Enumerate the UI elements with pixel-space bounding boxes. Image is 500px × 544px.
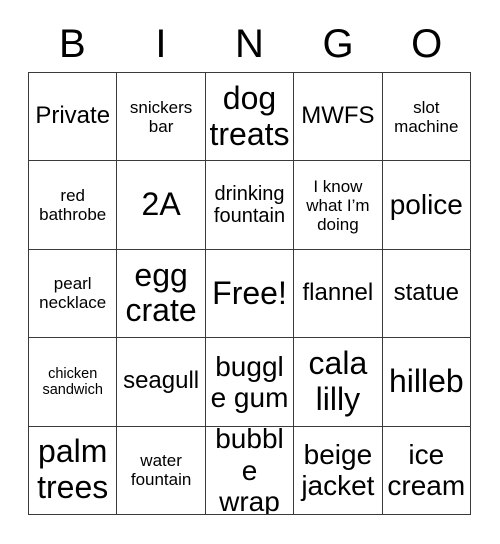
bingo-cell-label: bubble wrap xyxy=(215,426,284,515)
bingo-cell-label: 2A xyxy=(141,186,181,223)
bingo-cell-label: chicken sandwich xyxy=(42,365,103,398)
bingo-cell-label: dog treats xyxy=(209,79,290,152)
bingo-cell[interactable]: I know what I’m doing xyxy=(294,161,383,250)
bingo-cell[interactable]: red bathrobe xyxy=(29,161,118,250)
bingo-cell-label: snickers bar xyxy=(129,97,193,136)
bingo-grid: Private snickers bar dog treats MWFS slo… xyxy=(28,72,471,515)
bingo-cell[interactable]: ice cream xyxy=(382,426,471,515)
bingo-cell-label: Free! xyxy=(212,274,287,311)
header-letter-n: N xyxy=(235,22,264,66)
header-letter-b: B xyxy=(58,22,86,66)
bingo-cell-label: buggle gum xyxy=(210,350,289,413)
bingo-cell[interactable]: 2A xyxy=(117,161,206,250)
bingo-cell[interactable]: hilleb xyxy=(382,338,471,427)
bingo-cell[interactable]: chicken sandwich xyxy=(29,338,118,427)
bingo-cell[interactable]: palm trees xyxy=(29,426,118,515)
bingo-cell-label: MWFS xyxy=(301,102,375,130)
bingo-cell[interactable]: flannel xyxy=(294,249,383,339)
bingo-cell[interactable]: bubble wrap xyxy=(205,426,295,515)
bingo-cell-label: pearl necklace xyxy=(39,274,107,313)
bingo-cell-label: egg crate xyxy=(125,256,197,329)
bingo-cell-label: red bathrobe xyxy=(39,186,107,225)
bingo-cell[interactable]: drinking fountain xyxy=(205,161,295,250)
bingo-cell[interactable]: egg crate xyxy=(117,249,206,339)
bingo-cell[interactable]: seagull xyxy=(117,338,206,427)
bingo-cell-label: flannel xyxy=(302,279,374,307)
bingo-header: B I N G O xyxy=(28,18,471,70)
header-letter-o: O xyxy=(411,22,443,66)
bingo-cell-label: seagull xyxy=(123,367,200,395)
bingo-cell[interactable]: buggle gum xyxy=(205,338,295,427)
bingo-cell-label: cala lilly xyxy=(308,345,368,417)
bingo-cell-label: water fountain xyxy=(130,451,192,490)
bingo-cell[interactable]: water fountain xyxy=(117,426,206,515)
bingo-cell-label: beige jacket xyxy=(301,438,375,502)
bingo-cell-label: statue xyxy=(393,279,459,307)
bingo-cell[interactable]: dog treats xyxy=(205,73,295,162)
bingo-cell-label: I know what I’m doing xyxy=(306,176,370,234)
bingo-cell[interactable]: cala lilly xyxy=(294,338,383,427)
bingo-cell[interactable]: Private xyxy=(29,73,118,162)
header-letter-i: I xyxy=(155,22,167,66)
bingo-cell[interactable]: police xyxy=(382,161,471,250)
bingo-cell-label: drinking fountain xyxy=(213,182,286,228)
bingo-cell-label: Private xyxy=(35,102,111,130)
bingo-cell-label: slot machine xyxy=(394,97,459,136)
bingo-cell-free[interactable]: Free! xyxy=(205,249,295,339)
bingo-cell[interactable]: snickers bar xyxy=(117,73,206,162)
bingo-cell[interactable]: MWFS xyxy=(294,73,383,162)
bingo-cell-label: palm trees xyxy=(37,433,109,506)
bingo-cell[interactable]: statue xyxy=(382,249,471,339)
bingo-cell-label: ice cream xyxy=(387,438,466,502)
bingo-card: B I N G O Private snickers bar dog treat… xyxy=(0,0,500,544)
header-letter-g: G xyxy=(322,22,354,66)
bingo-cell[interactable]: slot machine xyxy=(382,73,471,162)
bingo-cell-label: hilleb xyxy=(388,362,464,399)
bingo-cell[interactable]: pearl necklace xyxy=(29,249,118,339)
bingo-cell-label: police xyxy=(389,189,463,221)
bingo-cell[interactable]: beige jacket xyxy=(294,426,383,515)
